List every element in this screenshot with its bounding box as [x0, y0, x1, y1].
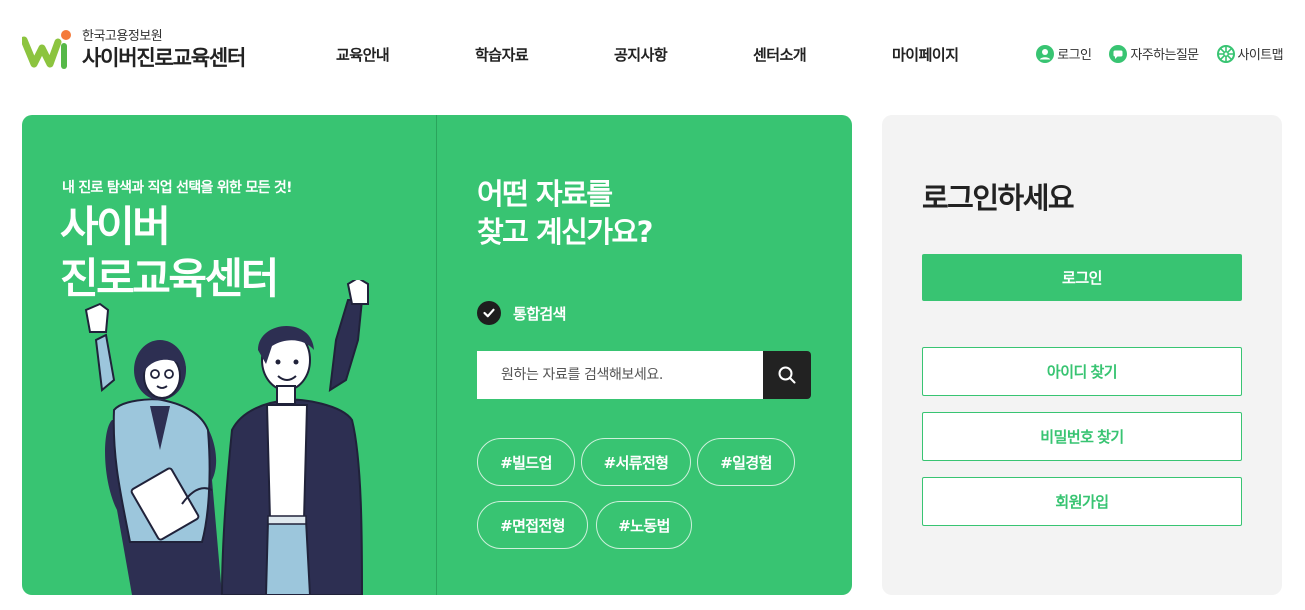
login-panel: 로그인하세요 로그인 아이디 찾기 비밀번호 찾기 회원가입	[882, 115, 1282, 595]
man-figure	[220, 280, 369, 595]
search-question: 어떤 자료를 찾고 계신가요?	[477, 175, 654, 251]
search-question-line1: 어떤 자료를	[477, 177, 613, 211]
tag-document-screening[interactable]: #서류전형	[581, 438, 691, 486]
org-name: 한국고용정보원	[82, 29, 163, 44]
signup-button[interactable]: 회원가입	[922, 477, 1242, 526]
woman-figure	[84, 302, 222, 595]
search-input[interactable]	[477, 351, 763, 399]
user-icon	[1036, 44, 1055, 63]
tag-labor-law[interactable]: #노동법	[596, 501, 692, 549]
tag-work-experience[interactable]: #일경험	[697, 438, 795, 486]
site-name: 사이버진로교육센터	[82, 46, 246, 70]
search-question-line2: 찾고 계신가요?	[477, 215, 654, 249]
integrated-search-toggle[interactable]: 통합검색	[477, 301, 566, 325]
search-button[interactable]	[763, 351, 811, 399]
util-login-link[interactable]: 로그인	[1036, 44, 1092, 63]
util-faq-link[interactable]: 자주하는질문	[1109, 44, 1199, 63]
find-id-button[interactable]: 아이디 찾기	[922, 347, 1242, 396]
hero-subtitle: 내 진로 탐색과 직업 선택을 위한 모든 것!	[62, 180, 292, 196]
chat-icon	[1109, 44, 1128, 63]
nav-item-about-center[interactable]: 센터소개	[753, 44, 807, 65]
hero-title-line1: 사이버	[60, 202, 171, 251]
search-icon	[778, 366, 796, 384]
search-panel: 어떤 자료를 찾고 계신가요? 통합검색 #빌드업 #서류전형 #일경험 #면접…	[477, 115, 837, 595]
nav-item-notices[interactable]: 공지사항	[614, 44, 668, 65]
integrated-search-label: 통합검색	[513, 304, 566, 323]
logo-mark-icon	[22, 30, 71, 69]
util-sitemap-link[interactable]: 사이트맵	[1216, 44, 1284, 63]
login-title: 로그인하세요	[922, 181, 1075, 215]
tag-buildup[interactable]: #빌드업	[477, 438, 575, 486]
hero-banner: 내 진로 탐색과 직업 선택을 위한 모든 것! 사이버 진로교육센터 어떤 자…	[22, 115, 852, 595]
util-login-label: 로그인	[1057, 48, 1092, 63]
sitemap-icon	[1216, 44, 1235, 63]
nav-item-mypage[interactable]: 마이페이지	[892, 44, 959, 65]
check-icon	[477, 301, 501, 325]
site-header: 한국고용정보원 사이버진로교육센터 교육안내 학습자료 공지사항 센터소개 마이…	[0, 0, 1305, 110]
util-sitemap-label: 사이트맵	[1237, 48, 1284, 63]
hero-divider	[436, 115, 437, 595]
site-logo[interactable]: 한국고용정보원 사이버진로교육센터	[22, 28, 246, 72]
search-form	[477, 351, 811, 399]
tag-interview[interactable]: #면접전형	[477, 501, 588, 549]
login-button[interactable]: 로그인	[922, 254, 1242, 301]
students-illustration	[84, 280, 369, 595]
find-password-button[interactable]: 비밀번호 찾기	[922, 412, 1242, 461]
nav-item-education-guide[interactable]: 교육안내	[336, 44, 390, 65]
util-faq-label: 자주하는질문	[1130, 48, 1199, 63]
utility-menu: 로그인 자주하는질문 사이트맵	[1036, 44, 1284, 63]
nav-item-learning-materials[interactable]: 학습자료	[475, 44, 529, 65]
